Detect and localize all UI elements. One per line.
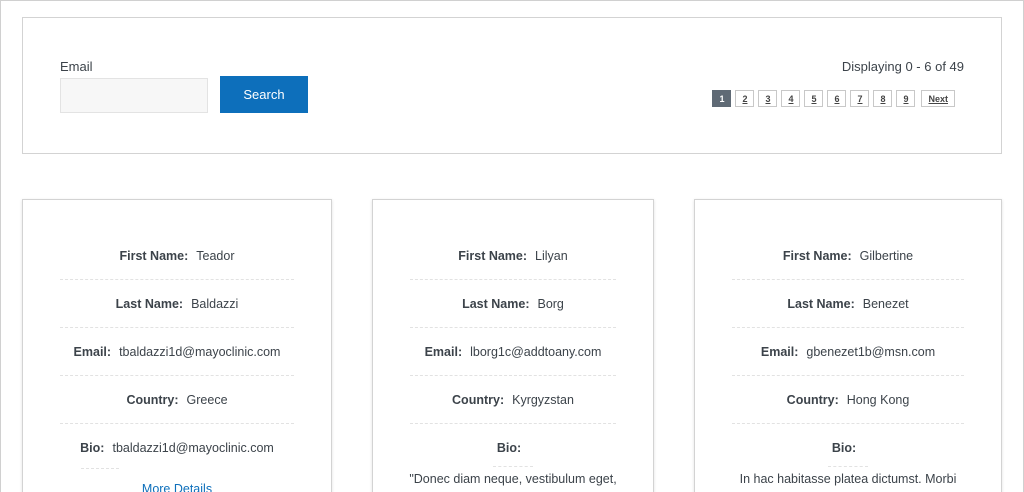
bio-row: Bio: tbaldazzi1d@mayoclinic.com xyxy=(60,424,294,472)
more-details-link[interactable]: More Details xyxy=(23,482,331,492)
first-name-value: Lilyan xyxy=(535,248,568,263)
user-card: First Name: Gilbertine Last Name: Beneze… xyxy=(694,199,1002,492)
first-name-row: First Name: Lilyan xyxy=(410,232,616,280)
first-name-label: First Name: xyxy=(458,248,528,263)
last-name-label: Last Name: xyxy=(787,296,855,311)
last-name-value: Benezet xyxy=(862,296,909,311)
email-row: Email: tbaldazzi1d@mayoclinic.com xyxy=(60,328,294,376)
pagination: 1 2 3 4 5 6 7 8 9 Next xyxy=(712,90,955,107)
last-name-value: Borg xyxy=(537,296,564,311)
search-panel: Email Search Displaying 0 - 6 of 49 1 2 … xyxy=(22,17,1002,154)
last-name-label: Last Name: xyxy=(462,296,530,311)
first-name-value: Teador xyxy=(196,248,235,263)
email-label: Email xyxy=(60,59,93,74)
bio-label: Bio: xyxy=(80,441,105,455)
next-page-link[interactable]: Next xyxy=(921,90,955,107)
user-card: First Name: Lilyan Last Name: Borg Email… xyxy=(372,199,654,492)
results-count: Displaying 0 - 6 of 49 xyxy=(841,59,964,74)
email-row: Email: gbenezet1b@msn.com xyxy=(732,328,964,376)
page-1-link[interactable]: 1 xyxy=(712,90,732,107)
bio-row: Bio: xyxy=(410,424,616,472)
bio-label: Bio: xyxy=(496,441,522,455)
user-card: First Name: Teador Last Name: Baldazzi E… xyxy=(22,199,332,492)
email-value: tbaldazzi1d@mayoclinic.com xyxy=(119,344,281,359)
country-row: Country: Greece xyxy=(60,376,294,424)
bio-divider xyxy=(493,466,533,467)
first-name-row: First Name: Gilbertine xyxy=(732,232,964,280)
page-4-link[interactable]: 4 xyxy=(781,90,801,107)
first-name-value: Gilbertine xyxy=(859,248,914,263)
bio-label: Bio: xyxy=(831,441,857,455)
page-5-link[interactable]: 5 xyxy=(804,90,824,107)
page-9-link[interactable]: 9 xyxy=(896,90,916,107)
last-name-row: Last Name: Borg xyxy=(410,280,616,328)
first-name-label: First Name: xyxy=(782,248,852,263)
country-row: Country: Kyrgyzstan xyxy=(410,376,616,424)
page-6-link[interactable]: 6 xyxy=(827,90,847,107)
email-label: Email: xyxy=(424,344,463,359)
search-button[interactable]: Search xyxy=(220,76,308,113)
page-3-link[interactable]: 3 xyxy=(758,90,778,107)
page-8-link[interactable]: 8 xyxy=(873,90,893,107)
country-label: Country: xyxy=(126,392,179,407)
email-input[interactable] xyxy=(60,78,208,113)
first-name-row: First Name: Teador xyxy=(60,232,294,280)
email-label: Email: xyxy=(760,344,799,359)
email-value: gbenezet1b@msn.com xyxy=(806,344,936,359)
email-row: Email: lborg1c@addtoany.com xyxy=(410,328,616,376)
country-label: Country: xyxy=(452,392,505,407)
bio-divider xyxy=(81,468,119,469)
page-7-link[interactable]: 7 xyxy=(850,90,870,107)
email-label: Email: xyxy=(73,344,112,359)
last-name-label: Last Name: xyxy=(115,296,184,311)
last-name-row: Last Name: Baldazzi xyxy=(60,280,294,328)
country-value: Greece xyxy=(186,392,228,407)
bio-value: tbaldazzi1d@mayoclinic.com xyxy=(112,441,274,455)
country-label: Country: xyxy=(786,392,839,407)
country-row: Country: Hong Kong xyxy=(732,376,964,424)
bio-value: In hac habitasse platea dictumst. Morbi xyxy=(739,472,957,486)
bio-divider xyxy=(828,466,868,467)
page-2-link[interactable]: 2 xyxy=(735,90,755,107)
first-name-label: First Name: xyxy=(119,248,189,263)
country-value: Kyrgyzstan xyxy=(512,392,574,407)
country-value: Hong Kong xyxy=(846,392,910,407)
last-name-row: Last Name: Benezet xyxy=(732,280,964,328)
bio-row: Bio: xyxy=(732,424,964,472)
email-value: lborg1c@addtoany.com xyxy=(470,344,602,359)
bio-value: "Donec diam neque, vestibulum eget, xyxy=(409,472,617,486)
last-name-value: Baldazzi xyxy=(191,296,239,311)
